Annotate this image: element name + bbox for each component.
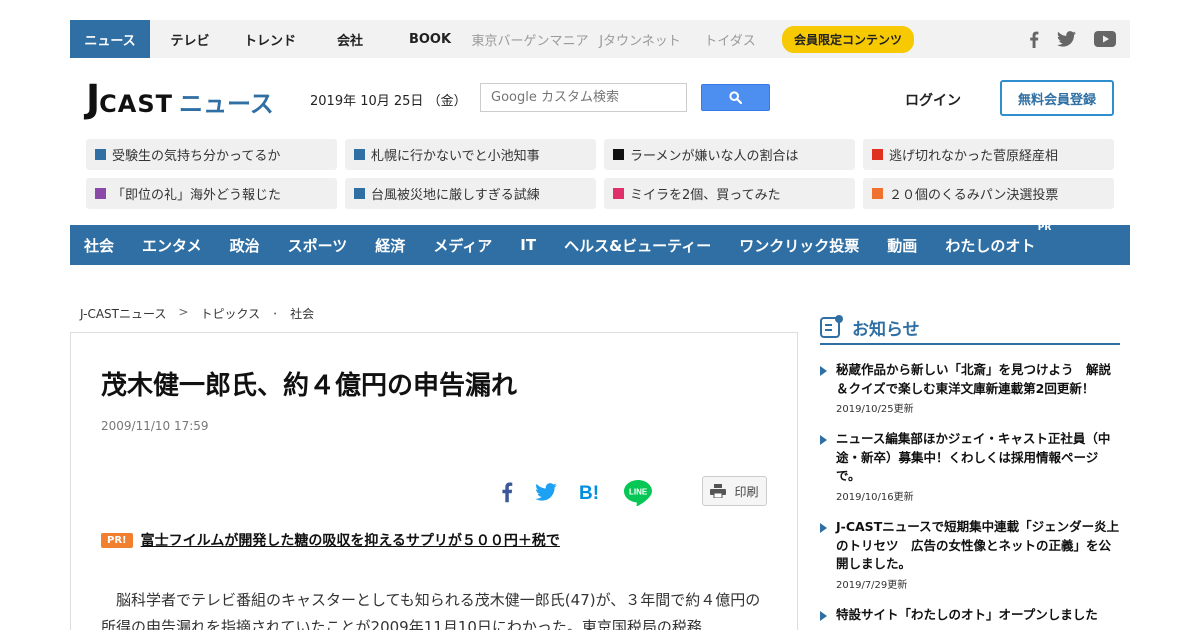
top-navigation-bar: ニュース テレビ トレンド 会社 BOOK 東京バーゲンマニア Jタウンネット … (70, 20, 1130, 58)
headline-marker (613, 149, 624, 160)
article-card: 茂木健一郎氏、約４億円の申告漏れ 2009/11/10 17:59 B! LIN… (70, 332, 798, 630)
twitter-share-icon[interactable] (535, 483, 557, 505)
search-input[interactable] (480, 83, 687, 112)
category-media[interactable]: メディア (433, 235, 492, 256)
breadcrumb: J-CASTニュース > トピックス ･ 社会 (80, 305, 314, 322)
print-button[interactable]: 印刷 (702, 476, 767, 506)
notice-item-text: J-CASTニュースで短期集中連載「ジェンダー炎上のトリセツ 広告の女性像とネッ… (836, 519, 1120, 571)
notice-item[interactable]: ニュース編集部ほかジェイ・キャスト正社員（中途・新卒）募集中！くわしくは採用情報… (820, 430, 1120, 503)
headline-item[interactable]: 札幌に行かないでと小池知事 (345, 139, 596, 170)
headline-marker (872, 149, 883, 160)
breadcrumb-home[interactable]: J-CASTニュース (80, 305, 166, 322)
breadcrumb-separator: > (178, 305, 189, 319)
social-links (1029, 20, 1116, 58)
article-date: 2009/11/10 17:59 (101, 419, 209, 433)
search-icon (729, 91, 742, 104)
headline-marker (613, 188, 624, 199)
headline-item[interactable]: ミイラを2個、買ってみた (604, 178, 855, 209)
logo-j: J (86, 77, 100, 121)
share-buttons: B! LINE (501, 478, 653, 510)
headline-marker (354, 188, 365, 199)
free-register-button[interactable]: 無料会員登録 (1000, 80, 1114, 116)
notice-icon (820, 315, 843, 338)
logo-news: ニュース (178, 90, 274, 118)
topnav-company[interactable]: 会社 (310, 20, 390, 58)
category-entertainment[interactable]: エンタメ (142, 235, 202, 256)
breadcrumb-topics[interactable]: トピックス (200, 305, 260, 322)
notice-item[interactable]: 秘蔵作品から新しい「北斎」を見つけよう 解説＆クイズで楽しむ東洋文庫新連載第2回… (820, 361, 1120, 415)
pr-ad-link[interactable]: 富士フイルムが開発した糖の吸収を抑えるサプリが５００円＋税で (141, 530, 560, 550)
topnav-bargain-mania[interactable]: 東京バーゲンマニア (470, 20, 590, 58)
breadcrumb-society[interactable]: 社会 (290, 305, 314, 322)
pr-badge: PR! (101, 532, 133, 548)
notice-item-date: 2019/10/16更新 (836, 491, 914, 503)
facebook-share-icon[interactable] (501, 481, 513, 507)
notice-header: お知らせ (820, 311, 1120, 345)
headline-marker (95, 188, 106, 199)
headline-marker (95, 149, 106, 160)
topnav-book[interactable]: BOOK (390, 20, 470, 58)
member-only-content-badge[interactable]: 会員限定コンテンツ (782, 25, 915, 53)
category-navigation: 社会 エンタメ 政治 スポーツ 経済 メディア IT ヘルス&ビューティー ワン… (70, 223, 1130, 265)
topnav-jtown[interactable]: Jタウンネット (590, 20, 690, 58)
category-video[interactable]: 動画 (887, 235, 917, 256)
topnav-trend[interactable]: トレンド (230, 20, 310, 58)
headline-item[interactable]: 逃げ切れなかった菅原経産相 (863, 139, 1114, 170)
notice-item-text: ニュース編集部ほかジェイ・キャスト正社員（中途・新卒）募集中！くわしくは採用情報… (836, 431, 1111, 483)
category-economy[interactable]: 経済 (375, 235, 405, 256)
notice-item-date: 2019/7/29更新 (836, 579, 908, 591)
triangle-bullet-icon (820, 366, 827, 376)
search-button[interactable] (701, 84, 770, 111)
breadcrumb-separator: ･ (272, 307, 279, 321)
notice-item[interactable]: 特設サイト「わたしのオト」オープンしました (820, 606, 1120, 625)
article-title: 茂木健一郎氏、約４億円の申告漏れ (101, 371, 518, 401)
category-sports[interactable]: スポーツ (288, 235, 348, 256)
twitter-icon[interactable] (1057, 31, 1076, 47)
svg-text:LINE: LINE (629, 488, 648, 497)
headline-item[interactable]: ２０個のくるみパン決選投票 (863, 178, 1114, 209)
notice-title: お知らせ (852, 319, 920, 340)
category-health-beauty[interactable]: ヘルス&ビューティー (564, 235, 711, 256)
notice-item-text: 特設サイト「わたしのオト」オープンしました (836, 607, 1098, 622)
jcast-news-logo[interactable]: J CAST ニュース (86, 80, 274, 119)
current-date: 2019年 10月 25日 （金） (310, 94, 467, 109)
notice-item[interactable]: J-CASTニュースで短期集中連載「ジェンダー炎上のトリセツ 広告の女性像とネッ… (820, 518, 1120, 591)
printer-icon (710, 484, 727, 498)
category-one-click-poll[interactable]: ワンクリック投票 (739, 235, 859, 256)
print-label: 印刷 (734, 484, 759, 499)
line-icon[interactable]: LINE (623, 478, 653, 510)
category-it[interactable]: IT (520, 236, 536, 254)
facebook-icon[interactable] (1029, 31, 1039, 48)
notice-item-date: 2019/10/25更新 (836, 404, 914, 415)
headline-item[interactable]: 「即位の礼」海外どう報じた (86, 178, 337, 209)
topnav-news[interactable]: ニュース (70, 20, 150, 58)
category-watashi-no-oto[interactable]: わたしのオト PR (945, 223, 1051, 256)
category-society[interactable]: 社会 (84, 235, 114, 256)
topnav-tv[interactable]: テレビ (150, 20, 230, 58)
youtube-icon[interactable] (1094, 31, 1116, 47)
headline-item[interactable]: 台風被災地に厳しすぎる試練 (345, 178, 596, 209)
hatena-bookmark-icon[interactable]: B! (579, 482, 601, 506)
topnav-toidas[interactable]: トイダス (690, 20, 770, 58)
headline-marker (354, 149, 365, 160)
article-body: 脳科学者でテレビ番組のキャスターとしても知られる茂木健一郎氏(47)が、３年間で… (101, 591, 761, 630)
svg-text:B!: B! (579, 483, 599, 502)
category-politics[interactable]: 政治 (230, 235, 260, 256)
headline-item[interactable]: 受験生の気持ち分かってるか (86, 139, 337, 170)
headline-item[interactable]: ラーメンが嫌いな人の割合は (604, 139, 855, 170)
notice-item-text: 秘蔵作品から新しい「北斎」を見つけよう 解説＆クイズで楽しむ東洋文庫新連載第2回… (836, 362, 1112, 396)
pr-ad-row: PR! 富士フイルムが開発した糖の吸収を抑えるサプリが５００円＋税で (101, 530, 560, 550)
headline-marker (872, 188, 883, 199)
pr-tag: PR (1037, 222, 1052, 233)
triangle-bullet-icon (820, 435, 827, 445)
logo-cast: CAST (99, 90, 173, 118)
triangle-bullet-icon (820, 611, 827, 621)
triangle-bullet-icon (820, 523, 827, 533)
login-link[interactable]: ログイン (905, 90, 961, 110)
